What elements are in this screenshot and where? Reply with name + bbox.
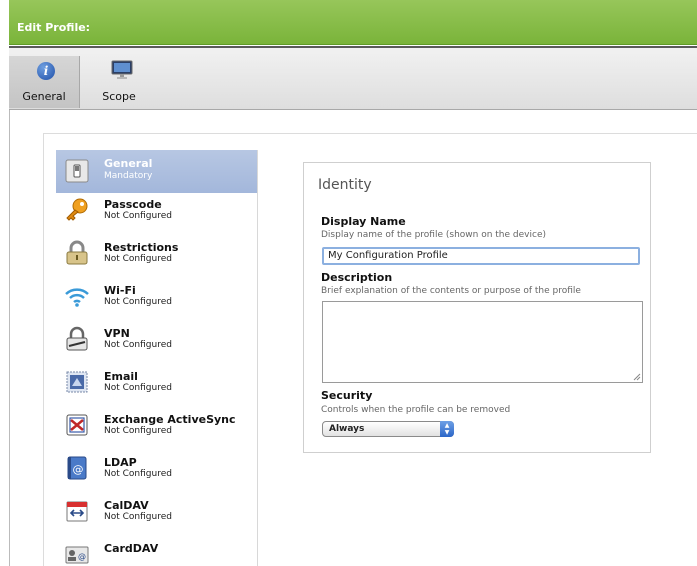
email-stamp-icon: [66, 371, 88, 393]
toolbar-scope-button[interactable]: Scope: [89, 58, 149, 106]
sidebar-item-email[interactable]: Email Not Configured: [56, 365, 257, 408]
toolbar-general-button[interactable]: i General: [9, 56, 80, 108]
sidebar-item-status: Not Configured: [104, 383, 172, 393]
description-textarea[interactable]: [322, 301, 643, 383]
title-bar: Edit Profile:: [9, 0, 697, 45]
sidebar-item-status: Not Configured: [104, 469, 172, 479]
sidebar-item-title: CalDAV: [104, 499, 149, 512]
window-title: Edit Profile:: [17, 21, 91, 34]
sidebar-item-title: General: [104, 157, 153, 170]
toolbar: i General Scope: [9, 46, 697, 110]
sidebar-item-title: Passcode: [104, 198, 162, 211]
contacts-card-icon: @: [65, 546, 89, 564]
security-label: Security: [321, 389, 373, 402]
sidebar-item-wifi[interactable]: Wi-Fi Not Configured: [56, 279, 257, 322]
sidebar-item-title: Exchange ActiveSync: [104, 413, 236, 426]
sidebar-item-status: Not Configured: [104, 340, 172, 350]
description-label: Description: [321, 271, 393, 284]
security-select-value: Always: [329, 424, 365, 434]
exchange-icon: [66, 414, 88, 436]
sidebar-item-caldav[interactable]: CalDAV Not Configured: [56, 494, 257, 537]
sidebar-item-vpn[interactable]: VPN Not Configured: [56, 322, 257, 365]
sidebar-item-ldap[interactable]: @ LDAP Not Configured: [56, 451, 257, 494]
payload-sidebar: General Mandatory Passcode Not Configure…: [56, 150, 258, 566]
padlock-icon: [66, 240, 88, 265]
info-icon: i: [37, 62, 55, 80]
sidebar-item-title: VPN: [104, 327, 130, 340]
sidebar-item-status: Not Configured: [104, 512, 172, 522]
display-name-input[interactable]: My Configuration Profile: [322, 247, 640, 265]
toolbar-general-label: General: [22, 90, 66, 103]
wifi-icon: [65, 288, 89, 307]
sidebar-item-title: CardDAV: [104, 542, 159, 555]
address-book-icon: @: [67, 456, 87, 480]
display-name-label: Display Name: [321, 215, 406, 228]
select-arrows-icon: ▲ ▼: [440, 421, 454, 437]
sidebar-item-status: Not Configured: [104, 297, 172, 307]
security-help: Controls when the profile can be removed: [321, 405, 511, 415]
sidebar-item-carddav[interactable]: @ CardDAV: [56, 537, 257, 566]
sidebar-item-general[interactable]: General Mandatory: [56, 150, 257, 193]
identity-heading: Identity: [318, 177, 372, 193]
sidebar-item-exchange-activesync[interactable]: Exchange ActiveSync Not Configured: [56, 408, 257, 451]
sidebar-item-passcode[interactable]: Passcode Not Configured: [56, 193, 257, 236]
resize-grip-icon[interactable]: [633, 373, 641, 381]
monitor-icon: [111, 60, 133, 79]
switch-icon: [65, 159, 89, 183]
sidebar-item-title: LDAP: [104, 456, 137, 469]
toolbar-top-divider: [9, 46, 697, 48]
window-left-border: [9, 110, 10, 566]
identity-panel: Identity Display Name Display name of th…: [303, 162, 651, 453]
sidebar-item-status: Not Configured: [104, 211, 172, 221]
svg-text:@: @: [78, 552, 86, 561]
svg-text:@: @: [73, 463, 84, 476]
description-help: Brief explanation of the contents or pur…: [321, 286, 581, 296]
display-name-help: Display name of the profile (shown on th…: [321, 230, 546, 240]
sidebar-item-status: Not Configured: [104, 254, 172, 264]
key-icon: [66, 198, 88, 221]
sidebar-item-status: Mandatory: [104, 171, 153, 181]
sidebar-item-title: Restrictions: [104, 241, 179, 254]
sidebar-item-title: Wi-Fi: [104, 284, 136, 297]
sidebar-item-restrictions[interactable]: Restrictions Not Configured: [56, 236, 257, 279]
calendar-icon: [66, 501, 88, 522]
security-select[interactable]: Always ▲ ▼: [322, 421, 454, 437]
toolbar-scope-label: Scope: [102, 90, 136, 103]
sidebar-item-title: Email: [104, 370, 138, 383]
vpn-lock-icon: [66, 326, 88, 351]
sidebar-item-status: Not Configured: [104, 426, 172, 436]
